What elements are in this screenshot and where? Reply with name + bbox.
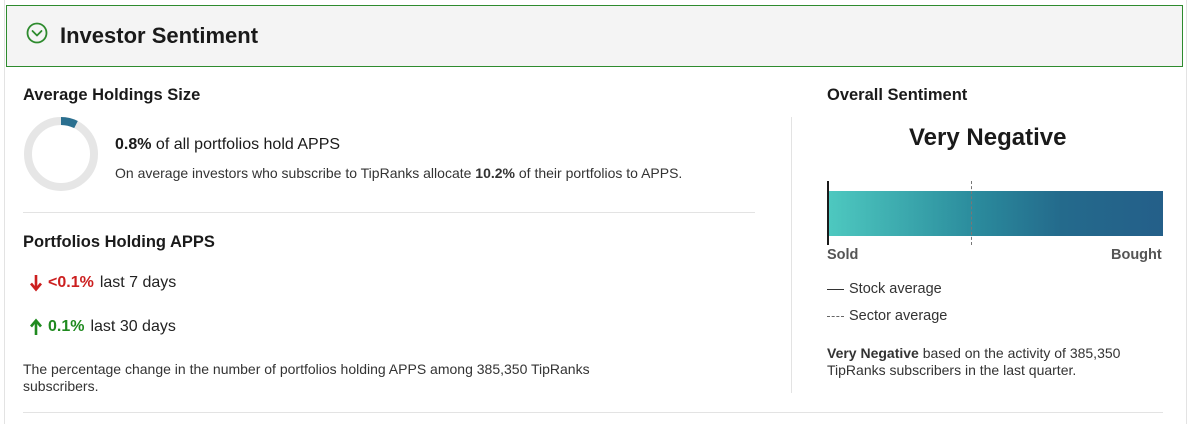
change-period-30-days: last 30 days bbox=[90, 318, 176, 335]
donut-fill-arc bbox=[60, 117, 78, 129]
holdings-allocation-text: On average investors who subscribe to Ti… bbox=[115, 165, 682, 181]
arrow-up-icon bbox=[30, 318, 42, 335]
allocation-percentage: 10.2% bbox=[475, 165, 515, 181]
portfolios-holding-title: Portfolios Holding APPS bbox=[23, 233, 215, 251]
change-row-7-days: <0.1% last 7 days bbox=[28, 274, 176, 292]
change-value-30-days: 0.1% bbox=[48, 318, 85, 335]
legend-stock-average: Stock average bbox=[827, 281, 942, 297]
chevron-down-circle-icon[interactable] bbox=[26, 22, 48, 44]
holdings-percentage: 0.8% bbox=[115, 136, 152, 153]
average-holdings-title: Average Holdings Size bbox=[23, 86, 201, 104]
sector-average-marker bbox=[971, 181, 973, 245]
donut-track bbox=[24, 117, 98, 191]
change-row-30-days: 0.1% last 30 days bbox=[28, 318, 176, 336]
legend-sector-label: Sector average bbox=[849, 308, 948, 324]
investor-sentiment-header[interactable]: Investor Sentiment bbox=[6, 5, 1183, 67]
holdings-donut bbox=[24, 117, 98, 191]
sentiment-gradient-bar bbox=[827, 191, 1163, 236]
column-divider bbox=[791, 117, 792, 393]
overall-sentiment-title: Overall Sentiment bbox=[827, 86, 968, 104]
legend-stock-label: Stock average bbox=[849, 281, 942, 297]
legend-sector-average: Sector average bbox=[827, 308, 947, 324]
overall-sentiment-label: Very Negative bbox=[909, 124, 1067, 151]
description-sentiment: Very Negative bbox=[827, 345, 919, 361]
stock-average-marker bbox=[827, 181, 829, 245]
overall-sentiment-description: Very Negative based on the activity of 3… bbox=[827, 345, 1167, 379]
holdings-percentage-line: 0.8% of all portfolios hold APPS bbox=[115, 136, 340, 154]
bottom-divider bbox=[23, 412, 1163, 413]
scale-min-label: Sold bbox=[827, 247, 859, 263]
allocation-prefix: On average investors who subscribe to Ti… bbox=[115, 165, 472, 181]
arrow-down-icon bbox=[30, 275, 42, 292]
solid-line-icon bbox=[827, 288, 844, 290]
section-divider bbox=[23, 212, 755, 213]
change-period-7-days: last 7 days bbox=[99, 274, 177, 291]
allocation-suffix: of their portfolios to APPS. bbox=[518, 165, 683, 181]
holdings-percentage-text: of all portfolios hold APPS bbox=[155, 136, 341, 153]
dashed-line-icon bbox=[827, 315, 844, 317]
section-title: Investor Sentiment bbox=[60, 23, 259, 48]
portfolios-note: The percentage change in the number of p… bbox=[23, 361, 590, 394]
change-value-7-days: <0.1% bbox=[48, 274, 94, 291]
scale-max-label: Bought bbox=[1111, 247, 1162, 263]
